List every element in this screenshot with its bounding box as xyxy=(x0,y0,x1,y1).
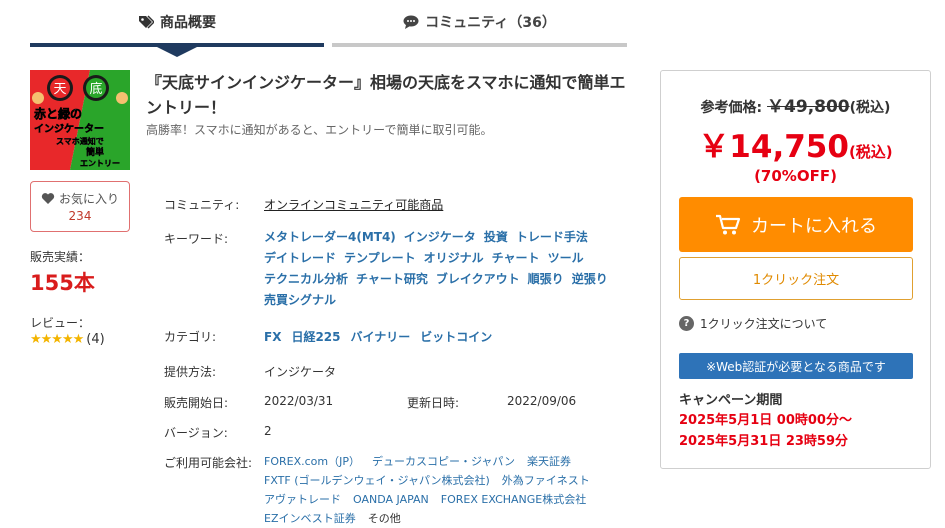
image-line-2: インジケーター xyxy=(34,123,104,135)
broker-link[interactable]: OANDA JAPAN xyxy=(353,493,429,506)
method-value: インジケータ xyxy=(264,365,337,379)
favorite-count: 234 xyxy=(68,209,92,223)
keyword-link[interactable]: チャート xyxy=(492,251,540,265)
keyword-link[interactable]: テンプレート xyxy=(344,251,416,265)
review-count: (4) xyxy=(86,332,105,347)
broker-link[interactable]: FXTF (ゴールデンウェイ・ジャパン株式会社) xyxy=(264,474,490,487)
brokers-label: ご利用可能会社: xyxy=(164,456,253,470)
community-link[interactable]: オンラインコミュニティ可能商品 xyxy=(264,198,443,212)
broker-list: FOREX.com（JP） デューカスコピー・ジャパン 楽天証券 FXTF (ゴール… xyxy=(264,452,634,528)
broker-link[interactable]: FOREX EXCHANGE株式会社 xyxy=(441,493,586,506)
method-label: 提供方法: xyxy=(164,365,217,379)
broker-link[interactable]: 楽天証券 xyxy=(527,455,571,468)
keyword-link[interactable]: インジケータ xyxy=(404,230,476,244)
tab-community-label: コミュニティ（36） xyxy=(425,15,556,31)
favorite-label: お気に入り xyxy=(58,192,119,206)
keyword-link[interactable]: デイトレード xyxy=(264,251,336,265)
product-subtitle: 高勝率！スマホに通知があると、エントリーで簡単に取引可能。 xyxy=(146,123,493,137)
one-click-help-label: 1クリック注文について xyxy=(700,317,828,331)
sale-price: ￥14,750(税込) xyxy=(661,121,930,166)
tab-overview[interactable]: 商品概要 xyxy=(30,0,324,44)
star-rating-icon: ★★★★★ xyxy=(30,332,84,347)
image-line-4: 簡単 xyxy=(86,146,104,158)
tab-community[interactable]: コミュニティ（36） xyxy=(332,0,627,44)
broker-link[interactable]: デューカスコピー・ジャパン xyxy=(372,455,515,468)
heart-icon xyxy=(41,193,55,204)
image-line-1: 赤と緑の xyxy=(34,106,82,121)
reference-price-value: ￥49,800 xyxy=(767,97,850,117)
campaign-start: 2025年5月1日 00時00分～ xyxy=(679,413,852,428)
badge-left-text: 天 xyxy=(53,82,66,97)
update-date-label: 更新日時: xyxy=(407,396,460,410)
purchase-panel: 参考価格: ￥49,800(税込) ￥14,750(税込) (70%OFF) カ… xyxy=(660,70,931,469)
reference-price-label: 参考価格: xyxy=(700,100,763,116)
one-click-order-button[interactable]: 1クリック注文 xyxy=(679,257,913,300)
reference-price: 参考価格: ￥49,800(税込) xyxy=(661,92,930,117)
category-link[interactable]: FX xyxy=(264,330,281,344)
community-label: コミュニティ: xyxy=(164,198,240,212)
add-to-cart-label: カートに入れる xyxy=(751,215,877,237)
keyword-link[interactable]: トレード手法 xyxy=(516,230,588,244)
keyword-link[interactable]: オリジナル xyxy=(424,251,484,265)
favorite-button[interactable]: お気に入り 234 xyxy=(30,181,130,232)
chat-icon xyxy=(403,15,419,29)
broker-link[interactable]: FOREX.com（JP） xyxy=(264,455,360,468)
tab-inactive-indicator xyxy=(332,43,627,47)
cart-icon xyxy=(716,214,741,234)
category-link[interactable]: 日経225 xyxy=(291,330,340,344)
keyword-link[interactable]: 売買シグナル xyxy=(264,293,336,307)
web-auth-notice[interactable]: ※Web認証が必要となる商品です xyxy=(679,353,913,379)
one-click-help-link[interactable]: ? 1クリック注文について xyxy=(679,315,827,332)
category-link[interactable]: ビットコイン xyxy=(420,330,492,344)
category-label: カテゴリ: xyxy=(164,330,217,344)
keyword-link[interactable]: 逆張り xyxy=(572,272,608,286)
review-label: レビュー： xyxy=(30,316,91,330)
keyword-list: メタトレーダー4(MT4) インジケータ 投資 トレード手法 デイトレード テンプレート… xyxy=(264,227,624,311)
discount-rate: (70%OFF) xyxy=(754,167,837,185)
update-date-value: 2022/09/06 xyxy=(507,394,577,408)
review-rating[interactable]: ★★★★★ (4) xyxy=(30,332,105,347)
broker-other: その他 xyxy=(367,512,401,525)
version-label: バージョン: xyxy=(164,426,228,440)
keyword-link[interactable]: 順張り xyxy=(528,272,564,286)
sales-label: 販売実績： xyxy=(30,250,91,264)
sale-price-tax: (税込) xyxy=(848,143,893,161)
keyword-link[interactable]: ツール xyxy=(548,251,584,265)
keywords-label: キーワード: xyxy=(164,232,229,246)
badge-right-text: 底 xyxy=(89,81,102,97)
sales-value: 155本 xyxy=(30,271,95,295)
tag-icon xyxy=(139,15,154,29)
product-image-graphic: 天 底 赤と緑の インジケーター スマホ通知で 簡単 エントリー xyxy=(30,70,130,170)
campaign-end: 2025年5月31日 23時59分 xyxy=(679,434,849,449)
category-list: FX 日経225 バイナリー ビットコイン xyxy=(264,328,502,345)
image-line-5: エントリー xyxy=(80,159,120,168)
image-line-3: スマホ通知で xyxy=(56,136,104,146)
version-value: 2 xyxy=(264,424,272,438)
broker-link[interactable]: アヴァトレード xyxy=(264,493,341,506)
product-image[interactable]: 天 底 赤と緑の インジケーター スマホ通知で 簡単 エントリー xyxy=(30,70,130,170)
keyword-link[interactable]: 投資 xyxy=(484,230,508,244)
tab-arrow-indicator xyxy=(157,47,197,57)
campaign-label: キャンペーン期間 xyxy=(679,393,783,408)
keyword-link[interactable]: ブレイクアウト xyxy=(436,272,520,286)
add-to-cart-button[interactable]: カートに入れる xyxy=(679,197,913,252)
keyword-link[interactable]: テクニカル分析 xyxy=(264,272,348,286)
broker-link[interactable]: EZインベスト証券 xyxy=(264,512,356,525)
sale-price-value: ￥14,750 xyxy=(698,129,849,165)
question-icon: ? xyxy=(679,316,694,331)
product-title: 『天底サインインジケーター』相場の天底をスマホに通知で簡単エントリー！ xyxy=(146,73,626,117)
tab-overview-label: 商品概要 xyxy=(160,15,216,31)
broker-link[interactable]: 外為ファイネスト xyxy=(502,474,590,487)
start-date-label: 販売開始日: xyxy=(164,396,229,410)
keyword-link[interactable]: チャート研究 xyxy=(356,272,428,286)
category-link[interactable]: バイナリー xyxy=(351,330,411,344)
start-date-value: 2022/03/31 xyxy=(264,394,334,408)
reference-price-tax: (税込) xyxy=(849,100,891,116)
keyword-link[interactable]: メタトレーダー4(MT4) xyxy=(264,230,396,244)
